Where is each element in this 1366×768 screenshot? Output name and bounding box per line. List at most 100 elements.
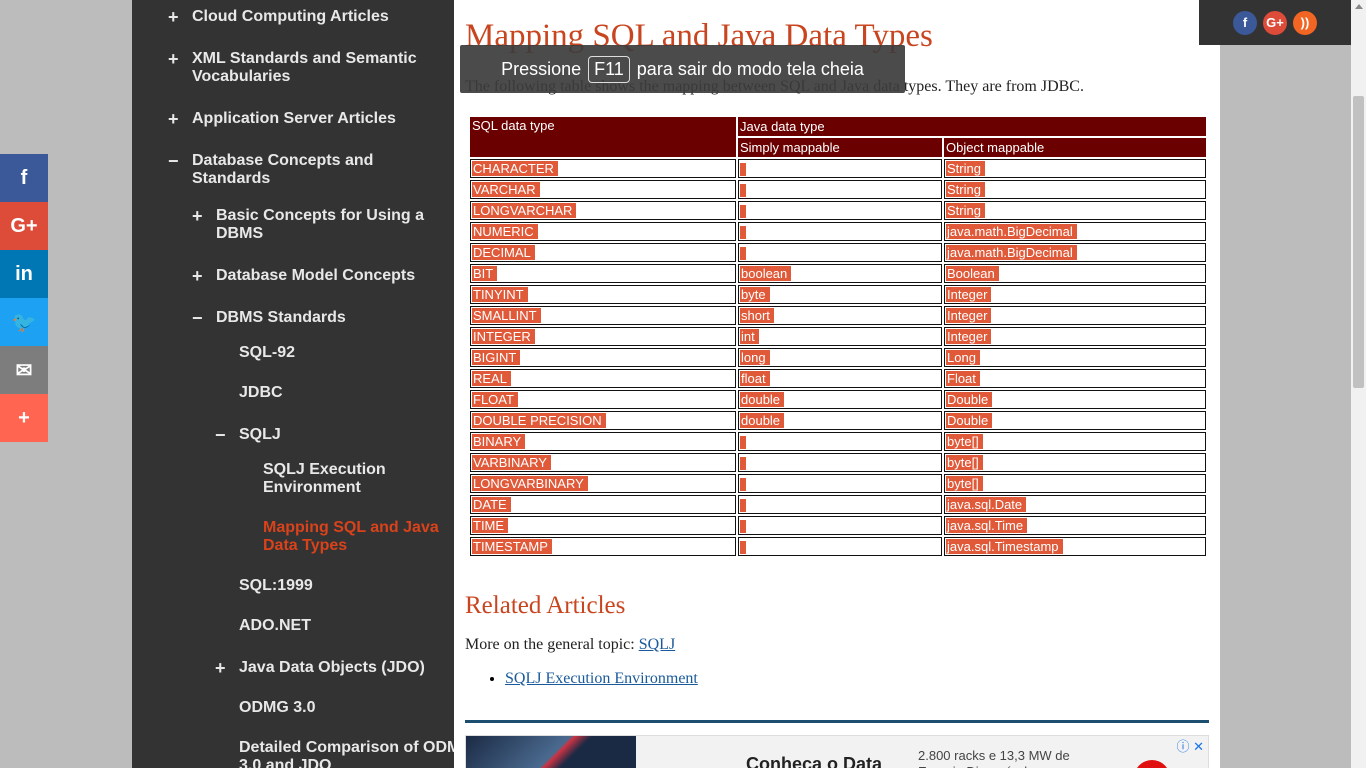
expand-icon[interactable]: + (168, 110, 192, 128)
cell-sql-type: SMALLINT (470, 306, 736, 325)
scroll-thumb[interactable] (1353, 96, 1364, 388)
cell-object-mappable: Boolean (944, 264, 1206, 283)
cell-sql-type: CHARACTER (470, 159, 736, 178)
ad-cta-button[interactable] (1134, 760, 1170, 768)
linkedin-icon[interactable]: in (0, 250, 48, 298)
mapping-table: SQL data type Java data type Simply mapp… (468, 115, 1208, 558)
cell-value: byte (740, 287, 770, 302)
google-plus-icon[interactable]: G+ (0, 202, 48, 250)
cell-value: BIGINT (472, 350, 521, 365)
cell-object-mappable: java.math.BigDecimal (944, 222, 1206, 241)
twitter-icon[interactable]: 🐦 (0, 298, 48, 346)
related-link[interactable]: SQLJ Execution Environment (505, 670, 698, 687)
cell-sql-type: FLOAT (470, 390, 736, 409)
cell-value: byte[] (946, 434, 983, 449)
sidebar-item-6[interactable]: − DBMS Standards (192, 309, 454, 327)
sidebar-item-0[interactable]: + Cloud Computing Articles (168, 8, 452, 26)
cell-sql-type: DOUBLE PRECISION (470, 411, 736, 430)
related-topic-link[interactable]: SQLJ (639, 636, 675, 653)
table-row: TIMESTAMP java.sql.Timestamp (470, 537, 1206, 556)
cell-object-mappable: Float (944, 369, 1206, 388)
cell-value: Integer (946, 287, 992, 302)
sidebar-item-11[interactable]: Mapping SQL and Java Data Types (263, 519, 454, 555)
expand-icon[interactable]: + (168, 50, 192, 68)
sidebar-item-10[interactable]: SQLJ Execution Environment (263, 461, 454, 497)
facebook-icon[interactable]: f (1233, 10, 1257, 35)
sidebar-item-label: Basic Concepts for Using a DBMS (216, 207, 425, 242)
cell-value: DOUBLE PRECISION (472, 413, 606, 428)
ad-headline[interactable]: Conheça o Data (746, 754, 882, 768)
sidebar-item-5[interactable]: + Database Model Concepts (192, 267, 454, 285)
sidebar-item-3[interactable]: − Database Concepts and Standards (168, 152, 452, 188)
related-articles-heading: Related Articles (465, 592, 626, 619)
sidebar-item-16[interactable]: Detailed Comparison of ODMG 3.0 and JDO (239, 739, 454, 768)
cell-value: TINYINT (472, 287, 528, 302)
email-icon[interactable]: ✉ (0, 346, 48, 394)
cell-sql-type: DATE (470, 495, 736, 514)
cell-value (740, 226, 746, 240)
cell-value (740, 520, 746, 534)
cell-value (740, 205, 746, 219)
cell-value: Long (946, 350, 980, 365)
table-row: DECIMAL java.math.BigDecimal (470, 243, 1206, 262)
cell-object-mappable: byte[] (944, 432, 1206, 451)
expand-icon[interactable]: + (168, 8, 192, 26)
cell-sql-type: TIMESTAMP (470, 537, 736, 556)
sidebar-item-15[interactable]: ODMG 3.0 (239, 699, 454, 717)
sidebar-item-label: Java Data Objects (JDO) (239, 659, 425, 676)
cell-value: Integer (946, 329, 992, 344)
ad-image[interactable] (466, 736, 636, 768)
sidebar-item-12[interactable]: SQL:1999 (239, 577, 454, 595)
sidebar-item-7[interactable]: SQL-92 (239, 344, 454, 362)
google-plus-icon[interactable]: G+ (1263, 10, 1287, 35)
share-bar: f G+ in 🐦 ✉ + (0, 154, 48, 442)
sidebar-item-8[interactable]: JDBC (239, 384, 454, 402)
collapse-icon[interactable]: − (168, 152, 192, 170)
sidebar-item-14[interactable]: + Java Data Objects (JDO) (215, 659, 454, 677)
sidebar-item-2[interactable]: + Application Server Articles (168, 110, 452, 128)
cell-value: INTEGER (472, 329, 535, 344)
sidebar-item-label: SQL:1999 (239, 577, 313, 594)
ad-close-icon[interactable]: ⓘ ✕ (1176, 736, 1204, 755)
cell-value: DATE (472, 497, 511, 512)
table-row: VARCHAR String (470, 180, 1206, 199)
sidebar-item-13[interactable]: ADO.NET (239, 617, 454, 635)
expand-icon[interactable]: + (192, 267, 216, 285)
sidebar-item-1[interactable]: + XML Standards and Semantic Vocabularies (168, 50, 452, 86)
cell-object-mappable: java.sql.Time (944, 516, 1206, 535)
cell-value: BIT (472, 266, 498, 281)
scroll-up-arrow-icon[interactable] (1355, 4, 1363, 9)
sidebar-item-9[interactable]: − SQLJ (215, 426, 454, 444)
cell-value: String (946, 161, 985, 176)
sidebar-item-label: XML Standards and Semantic Vocabularies (192, 50, 417, 85)
facebook-icon[interactable]: f (0, 154, 48, 202)
advertisement[interactable]: Conheça o Data 2.800 racks e 13,3 MW de … (465, 735, 1209, 768)
cell-value (740, 184, 746, 198)
cell-simply-mappable (738, 537, 942, 556)
more-icon[interactable]: + (0, 394, 48, 442)
collapse-icon[interactable]: − (215, 426, 239, 444)
cell-object-mappable: String (944, 159, 1206, 178)
cell-simply-mappable (738, 201, 942, 220)
rss-icon[interactable]: )) (1293, 10, 1317, 35)
social-top-bar: f G+)) (1199, 0, 1351, 45)
fullscreen-notice-after: para sair do modo tela cheia (636, 58, 864, 79)
cell-value: VARCHAR (472, 182, 540, 197)
sidebar-item-4[interactable]: + Basic Concepts for Using a DBMS (192, 207, 454, 243)
cell-value: Boolean (946, 266, 999, 281)
expand-icon[interactable]: + (215, 659, 239, 677)
related-list-item: SQLJ Execution Environment (505, 670, 698, 688)
cell-sql-type: LONGVARBINARY (470, 474, 736, 493)
cell-value: Float (946, 371, 980, 386)
expand-icon[interactable]: + (192, 207, 216, 225)
cell-simply-mappable (738, 516, 942, 535)
table-row: BIGINT long Long (470, 348, 1206, 367)
cell-object-mappable: Integer (944, 306, 1206, 325)
header-object-mappable: Object mappable (944, 138, 1206, 157)
ad-text[interactable]: 2.800 racks e 13,3 MW de Energia Disponí… (918, 748, 1118, 768)
page-scrollbar[interactable] (1351, 0, 1366, 768)
collapse-icon[interactable]: − (192, 309, 216, 327)
sidebar-item-label: Mapping SQL and Java Data Types (263, 519, 439, 554)
related-list: SQLJ Execution Environment (505, 670, 698, 688)
cell-sql-type: INTEGER (470, 327, 736, 346)
